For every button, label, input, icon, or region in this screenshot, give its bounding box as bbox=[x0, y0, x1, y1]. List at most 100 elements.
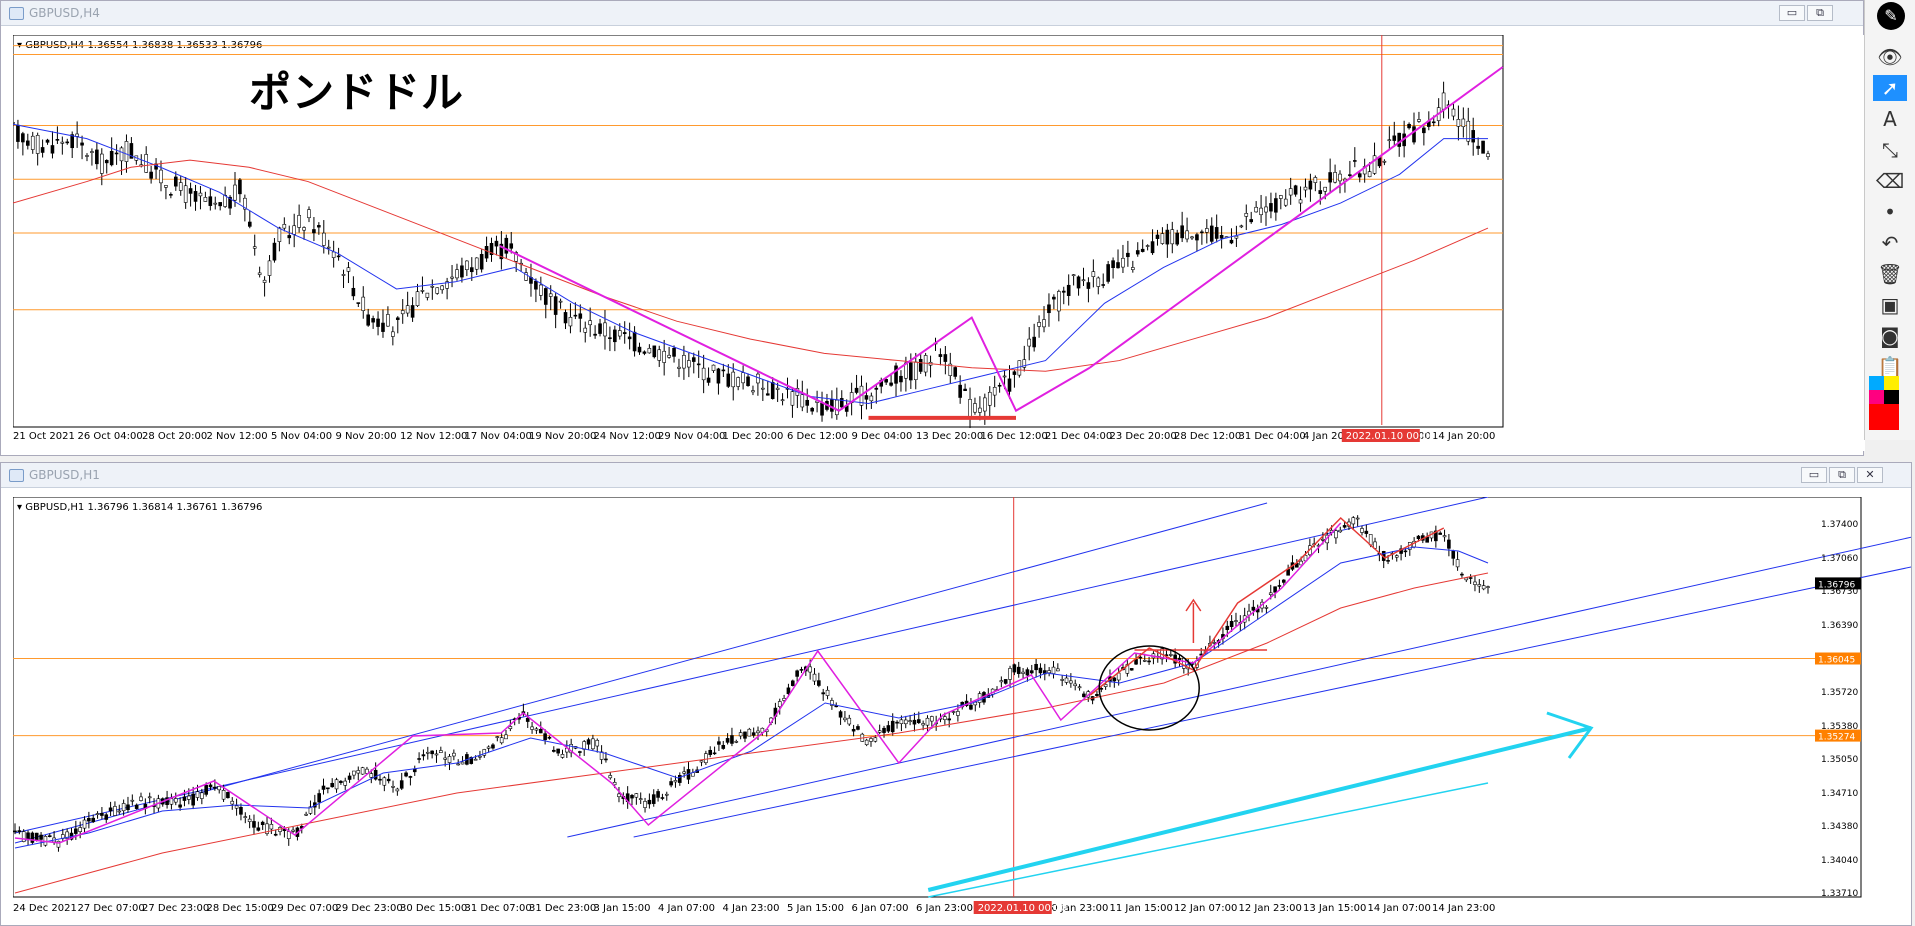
candle-body bbox=[1279, 195, 1283, 199]
chart-window-h1[interactable]: GBPUSD,H1 ▭ ⧉ ✕ ▾ GBPUSD,H1 1.36796 1.36… bbox=[0, 462, 1912, 926]
crosshair-label: 2022.01.10 00:00 bbox=[1346, 431, 1435, 442]
candle-body bbox=[874, 387, 879, 390]
candle-body bbox=[439, 750, 443, 753]
candle-body bbox=[1348, 174, 1352, 176]
text-icon[interactable]: A bbox=[1873, 106, 1907, 132]
candle-body bbox=[1081, 279, 1086, 282]
pencil-pen-logo-icon[interactable]: ✎ bbox=[1877, 2, 1905, 30]
candle-body bbox=[534, 728, 539, 731]
window-title: GBPUSD,H4 bbox=[29, 6, 100, 20]
candle-body bbox=[1407, 123, 1411, 129]
drawing-toolbar: ✎ 👁 ➚ A ⤡ ⌫ • ↶ 🗑 ▣ ◙ 📋 bbox=[1864, 0, 1915, 440]
x-tick-label: 11 Jan 15:00 bbox=[1110, 903, 1173, 914]
candle-body bbox=[790, 391, 795, 406]
candle-body bbox=[65, 141, 70, 144]
candle-body bbox=[465, 260, 469, 270]
candle-body bbox=[838, 711, 843, 718]
candle-body bbox=[336, 255, 341, 258]
y-tick-label: 1.35720 bbox=[1821, 688, 1858, 698]
candle-body bbox=[1431, 121, 1436, 124]
candle-body bbox=[1002, 375, 1007, 378]
candle-body bbox=[1229, 239, 1234, 244]
candle-body bbox=[117, 810, 122, 813]
candle-body bbox=[717, 741, 721, 745]
candle-body bbox=[326, 246, 331, 249]
minimize-button[interactable]: ▭ bbox=[1801, 467, 1827, 483]
window-titlebar[interactable]: GBPUSD,H4 ▭ ⧉ bbox=[1, 1, 1863, 26]
color-swatch[interactable] bbox=[1869, 404, 1899, 430]
candle-body bbox=[560, 754, 565, 758]
eye-icon[interactable]: 👁 bbox=[1873, 44, 1907, 70]
candle-body bbox=[780, 399, 785, 402]
candle-body bbox=[830, 399, 834, 412]
candle-body bbox=[1106, 264, 1110, 282]
candle-body bbox=[371, 318, 375, 323]
window-titlebar[interactable]: GBPUSD,H1 ▭ ⧉ ✕ bbox=[1, 463, 1911, 488]
candle-body bbox=[1293, 185, 1298, 195]
candle-body bbox=[1073, 683, 1078, 687]
candle-body bbox=[1177, 657, 1182, 661]
candle-body bbox=[1219, 234, 1224, 239]
candle-body bbox=[953, 367, 958, 377]
candle-body bbox=[969, 704, 973, 710]
candle-body bbox=[1032, 336, 1036, 348]
eraser-icon[interactable]: ⌫ bbox=[1873, 168, 1907, 194]
x-tick-label: 13 Dec 20:00 bbox=[916, 431, 983, 442]
color-swatch[interactable] bbox=[1869, 376, 1884, 390]
candle-body bbox=[421, 754, 426, 757]
candle-body bbox=[1244, 213, 1249, 217]
candle-body bbox=[1145, 245, 1150, 247]
monitor-icon[interactable]: ▣ bbox=[1873, 292, 1907, 318]
restore-button[interactable]: ⧉ bbox=[1807, 5, 1833, 21]
line-tool-icon[interactable]: ⤡ bbox=[1873, 137, 1907, 163]
candle-body bbox=[808, 666, 812, 673]
dot-icon[interactable]: • bbox=[1873, 199, 1907, 225]
candle-body bbox=[1456, 119, 1461, 127]
h1-chart-svg[interactable]: ▾ GBPUSD,H1 1.36796 1.36814 1.36761 1.36… bbox=[13, 497, 1911, 921]
candle-body bbox=[26, 832, 30, 839]
candle-body bbox=[1481, 140, 1485, 154]
close-button[interactable]: ✕ bbox=[1857, 467, 1883, 483]
candle-body bbox=[647, 799, 652, 805]
candle-body bbox=[346, 267, 351, 272]
candle-body bbox=[1170, 229, 1175, 245]
candle-body bbox=[55, 139, 60, 141]
candle-body bbox=[330, 782, 334, 788]
candle-body bbox=[297, 215, 301, 228]
candle-body bbox=[1417, 119, 1421, 122]
camera-icon[interactable]: ◙ bbox=[1873, 323, 1907, 349]
chart-window-h4[interactable]: GBPUSD,H4 ▭ ⧉ ▾ GBPUSD,H4 1.36554 1.3683… bbox=[0, 0, 1865, 456]
restore-button[interactable]: ⧉ bbox=[1829, 467, 1855, 483]
minimize-button[interactable]: ▭ bbox=[1779, 5, 1805, 21]
x-tick-label: 2 Nov 12:00 bbox=[207, 431, 268, 442]
candle-body bbox=[913, 361, 918, 380]
undo-icon[interactable]: ↶ bbox=[1873, 230, 1907, 256]
color-swatch[interactable] bbox=[1884, 390, 1899, 404]
candle-body bbox=[908, 720, 912, 722]
candle-body bbox=[334, 779, 339, 790]
y-tick-label: 1.37060 bbox=[1821, 554, 1858, 564]
h1-chart-area[interactable]: ▾ GBPUSD,H1 1.36796 1.36814 1.36761 1.36… bbox=[13, 497, 1911, 921]
color-swatch[interactable] bbox=[1869, 390, 1884, 404]
candle-body bbox=[191, 793, 195, 806]
candle-body bbox=[1338, 529, 1343, 533]
trash-icon[interactable]: 🗑 bbox=[1873, 261, 1907, 287]
cursor-icon[interactable]: ➚ bbox=[1873, 75, 1907, 101]
candle-body bbox=[708, 749, 713, 755]
color-swatch[interactable] bbox=[1884, 376, 1899, 390]
candle-body bbox=[34, 832, 39, 841]
candle-body bbox=[1397, 132, 1402, 147]
candle-body bbox=[1464, 577, 1469, 581]
candle-body bbox=[699, 760, 704, 763]
candle-body bbox=[80, 142, 84, 146]
price-highlight-label: 1.36796 bbox=[1818, 580, 1855, 590]
candle-body bbox=[591, 738, 595, 750]
candle-body bbox=[149, 171, 153, 179]
candle-body bbox=[356, 302, 361, 304]
candle-body bbox=[1382, 160, 1387, 163]
candle-body bbox=[951, 711, 956, 713]
candle-body bbox=[912, 719, 917, 725]
candle-body bbox=[269, 824, 274, 830]
candle-body bbox=[800, 394, 805, 408]
candle-body bbox=[734, 741, 739, 743]
